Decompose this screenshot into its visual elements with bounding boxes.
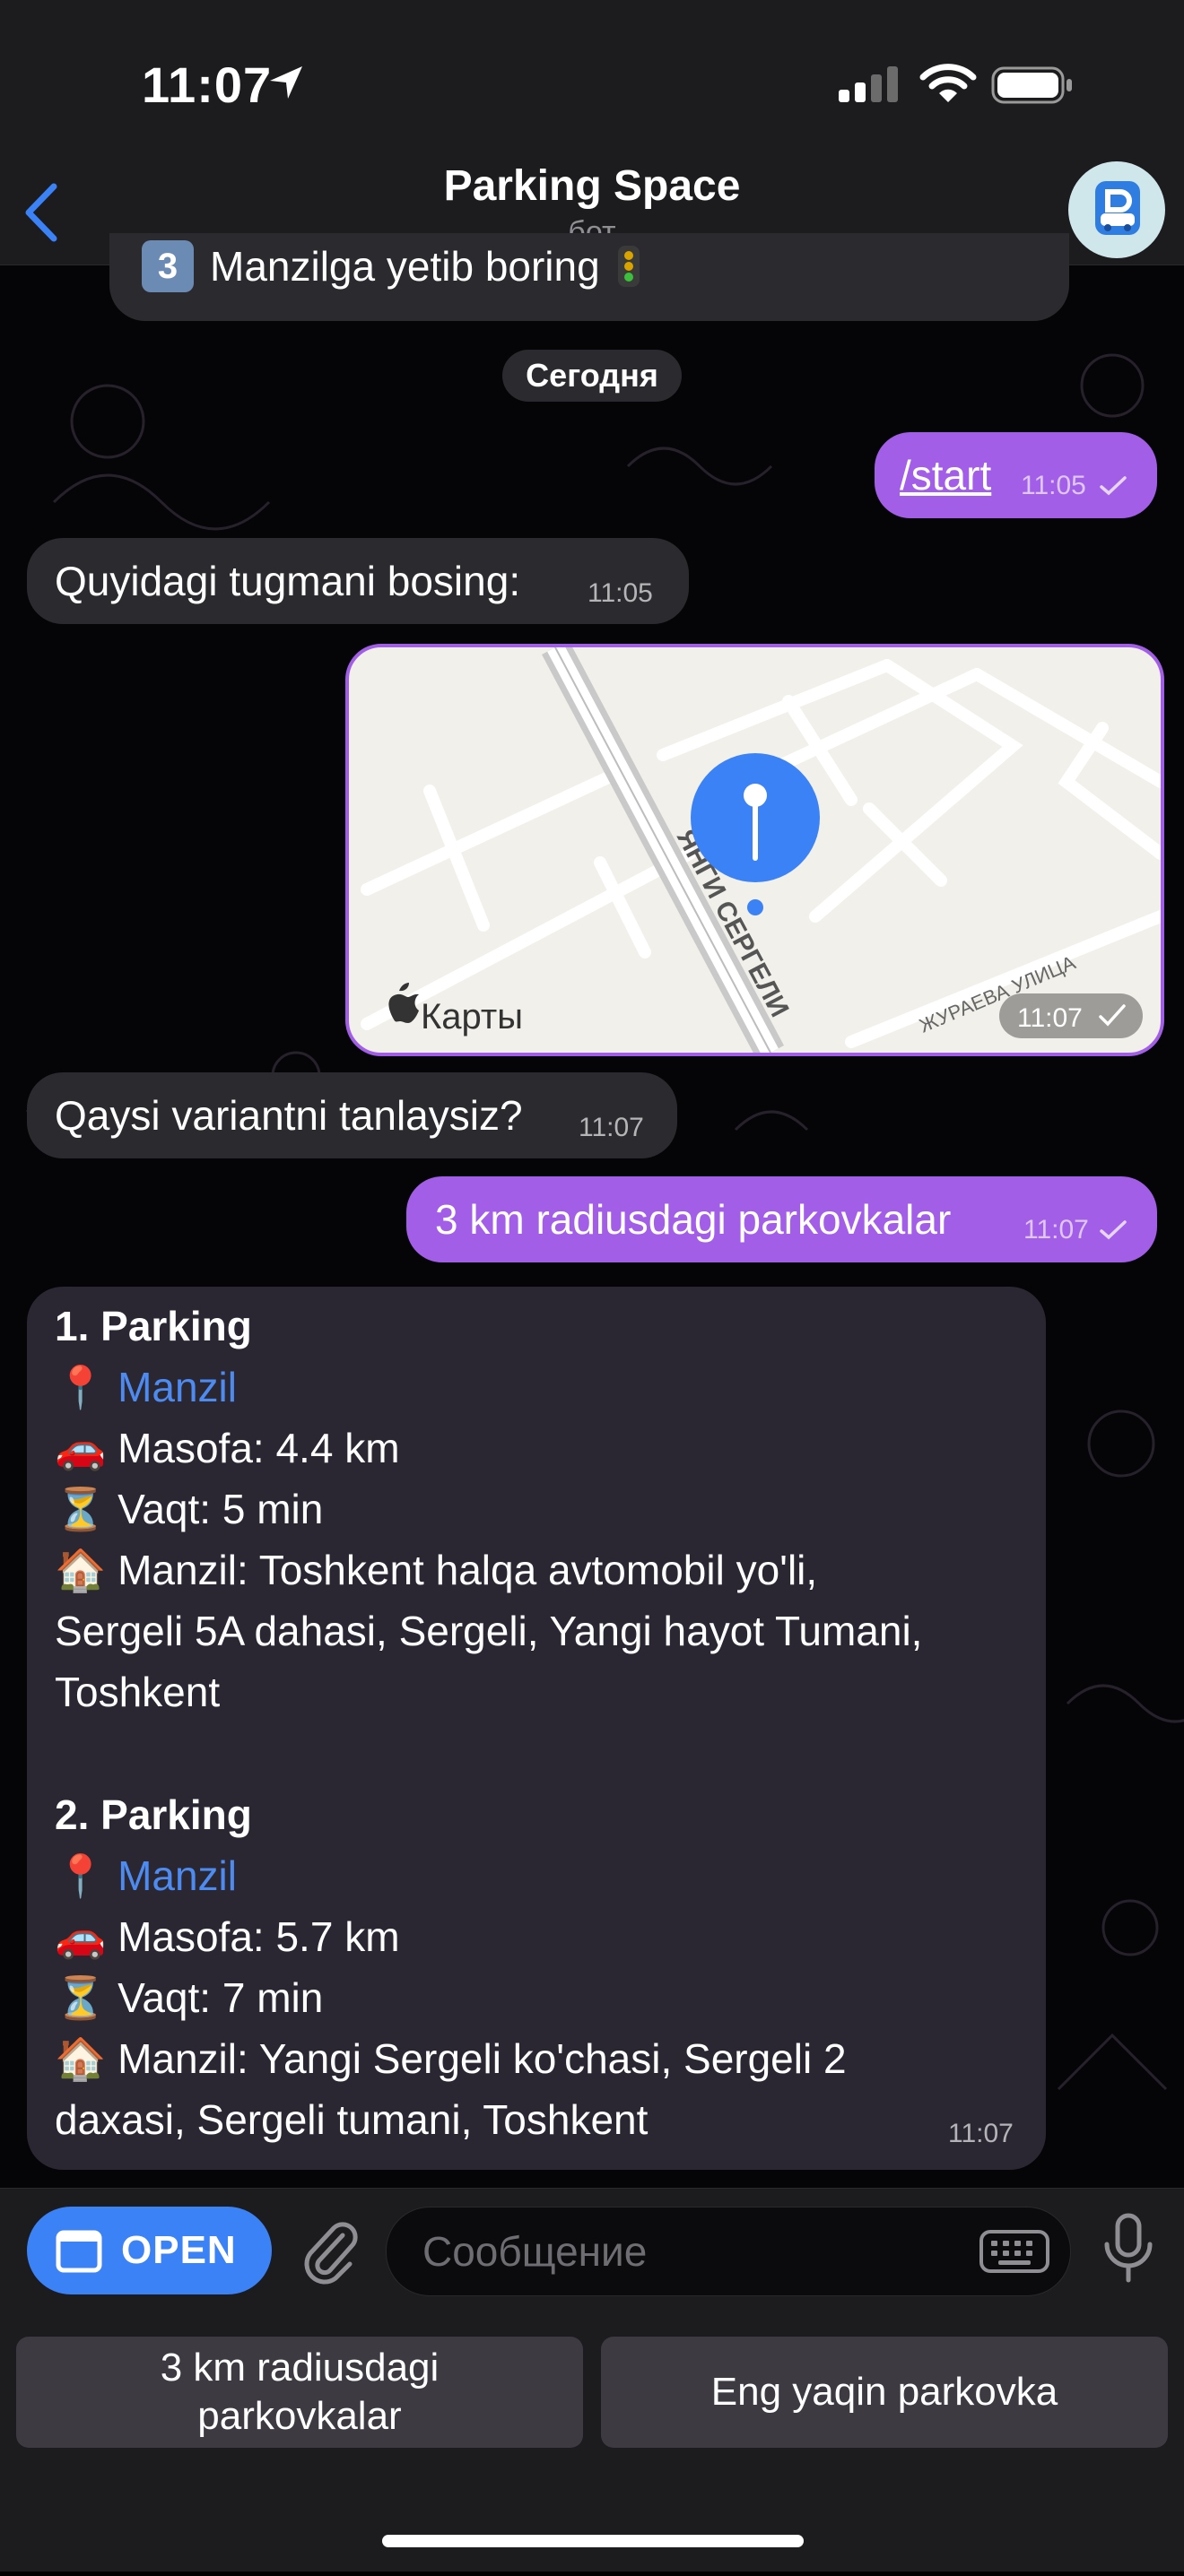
house-icon: 🏠 bbox=[55, 2035, 107, 2082]
cellular-signal-icon bbox=[839, 66, 898, 102]
parking-item-time-row: ⏳ Vaqt: 7 min bbox=[55, 1974, 324, 2021]
message-time: 11:07 bbox=[1023, 1215, 1089, 1245]
parking-item-address-line: daxasi, Sergeli tumani, Toshkent bbox=[55, 2096, 649, 2143]
outgoing-message-radius: 3 km radiusdagi parkovkalar 11:07 bbox=[406, 1176, 1157, 1262]
date-separator: Сегодня bbox=[502, 350, 682, 402]
message-time: 11:07 bbox=[948, 2119, 1014, 2148]
map-pin-dot bbox=[747, 899, 763, 915]
traffic-light-icon bbox=[617, 246, 640, 287]
apple-logo-icon bbox=[388, 983, 419, 1023]
hourglass-icon: ⏳ bbox=[55, 1486, 107, 1532]
reply-keyboard: 3 km radiusdagi parkovkalar Eng yaqin pa… bbox=[0, 2310, 1184, 2572]
house-icon: 🏠 bbox=[55, 1547, 107, 1593]
home-indicator[interactable] bbox=[382, 2535, 804, 2547]
map-view[interactable]: ЯНГИ СЕРГЕЛИ ЖУРАЕВА УЛИЦА Карты 11:07 bbox=[349, 647, 1161, 1053]
hourglass-icon: ⏳ bbox=[55, 1974, 107, 2021]
window-icon bbox=[56, 2230, 102, 2273]
pin-icon: 📍 bbox=[55, 1364, 107, 1410]
parking-logo-icon bbox=[1095, 181, 1140, 235]
message-time: 11:05 bbox=[1021, 471, 1086, 500]
parking-item-time-row: ⏳ Vaqt: 5 min bbox=[55, 1486, 324, 1532]
parking-item-distance-row: 🚗 Masofa: 5.7 km bbox=[55, 1913, 400, 1960]
read-check-icon bbox=[1100, 476, 1127, 496]
bot-avatar[interactable] bbox=[1068, 161, 1165, 258]
parking-item-distance-row: 🚗 Masofa: 4.4 km bbox=[55, 1425, 400, 1471]
message-time: 11:07 bbox=[1017, 1003, 1083, 1033]
open-button-label: OPEN bbox=[121, 2228, 237, 2272]
pin-icon: 📍 bbox=[55, 1852, 107, 1899]
manzil-link[interactable]: Manzil bbox=[118, 1852, 237, 1899]
parking-list-message: 1. Parking 📍 Manzil 🚗 Masofa: 4.4 km ⏳ V… bbox=[27, 1287, 1046, 2170]
location-message[interactable]: ЯНГИ СЕРГЕЛИ ЖУРАЕВА УЛИЦА Карты 11:07 bbox=[345, 644, 1164, 1056]
map-brand-label: Карты bbox=[421, 997, 523, 1036]
parking-item-address-line: Toshkent bbox=[55, 1669, 221, 1715]
message-text: 3 km radiusdagi parkovkalar bbox=[435, 1196, 952, 1243]
message-input[interactable]: Сообщение bbox=[386, 2207, 1071, 2296]
message-text: Quyidagi tugmani bosing: bbox=[55, 558, 521, 604]
parking-item-title: 1. Parking bbox=[55, 1303, 252, 1349]
parking-item-address-line: Sergeli 5A dahasi, Sergeli, Yangi hayot … bbox=[55, 1608, 923, 1654]
outgoing-message-start: /start 11:05 bbox=[875, 432, 1157, 518]
incoming-message-press-button: Quyidagi tugmani bosing: 11:05 bbox=[27, 538, 689, 624]
status-bar: 11:07 bbox=[0, 0, 1184, 161]
read-check-icon bbox=[1100, 1220, 1127, 1240]
manzil-link[interactable]: Manzil bbox=[118, 1364, 237, 1410]
parking-item-link-row: 📍 Manzil bbox=[55, 1845, 237, 1906]
parking-item-title: 2. Parking bbox=[55, 1791, 252, 1838]
message-time: 11:05 bbox=[588, 578, 653, 608]
wifi-icon bbox=[919, 64, 977, 102]
message-text: Qaysi variantni tanlaysiz? bbox=[55, 1092, 523, 1139]
car-icon: 🚗 bbox=[55, 1913, 107, 1960]
keyboard-button-nearest[interactable]: Eng yaqin parkovka bbox=[601, 2337, 1168, 2448]
keyboard-button-label: Eng yaqin parkovka bbox=[710, 2370, 1058, 2414]
keyboard-button-radius[interactable]: 3 km radiusdagi parkovkalar bbox=[16, 2337, 583, 2448]
message-time: 11:07 bbox=[579, 1113, 644, 1142]
incoming-message-which-variant: Qaysi variantni tanlaysiz? 11:07 bbox=[27, 1072, 677, 1158]
microphone-icon[interactable] bbox=[1096, 2208, 1161, 2291]
previous-message-text: 3 Manzilga yetib boring bbox=[142, 240, 641, 292]
command-text[interactable]: /start bbox=[900, 445, 991, 506]
parking-item-link-row: 📍 Manzil bbox=[55, 1357, 237, 1418]
location-arrow-icon bbox=[270, 66, 302, 99]
car-icon: 🚗 bbox=[55, 1425, 107, 1471]
chat-title[interactable]: Parking Space bbox=[0, 161, 1184, 211]
parking-item-address-row: 🏠 Manzil: Toshkent halqa avtomobil yo'li… bbox=[55, 1547, 818, 1593]
battery-icon bbox=[991, 66, 1072, 104]
message-input-bar: OPEN Сообщение bbox=[0, 2188, 1184, 2310]
attach-paperclip-icon[interactable] bbox=[294, 2214, 366, 2285]
keyboard-button-label: parkovkalar bbox=[197, 2394, 402, 2438]
keycap-3-icon: 3 bbox=[142, 240, 194, 292]
message-placeholder: Сообщение bbox=[422, 2228, 648, 2275]
keyboard-icon[interactable] bbox=[979, 2229, 1050, 2274]
parking-item-address-row: 🏠 Manzil: Yangi Sergeli ko'chasi, Sergel… bbox=[55, 2035, 847, 2082]
status-time: 11:07 bbox=[142, 56, 273, 113]
open-webapp-button[interactable]: OPEN bbox=[27, 2207, 272, 2294]
keyboard-button-label: 3 km radiusdagi bbox=[160, 2346, 440, 2390]
